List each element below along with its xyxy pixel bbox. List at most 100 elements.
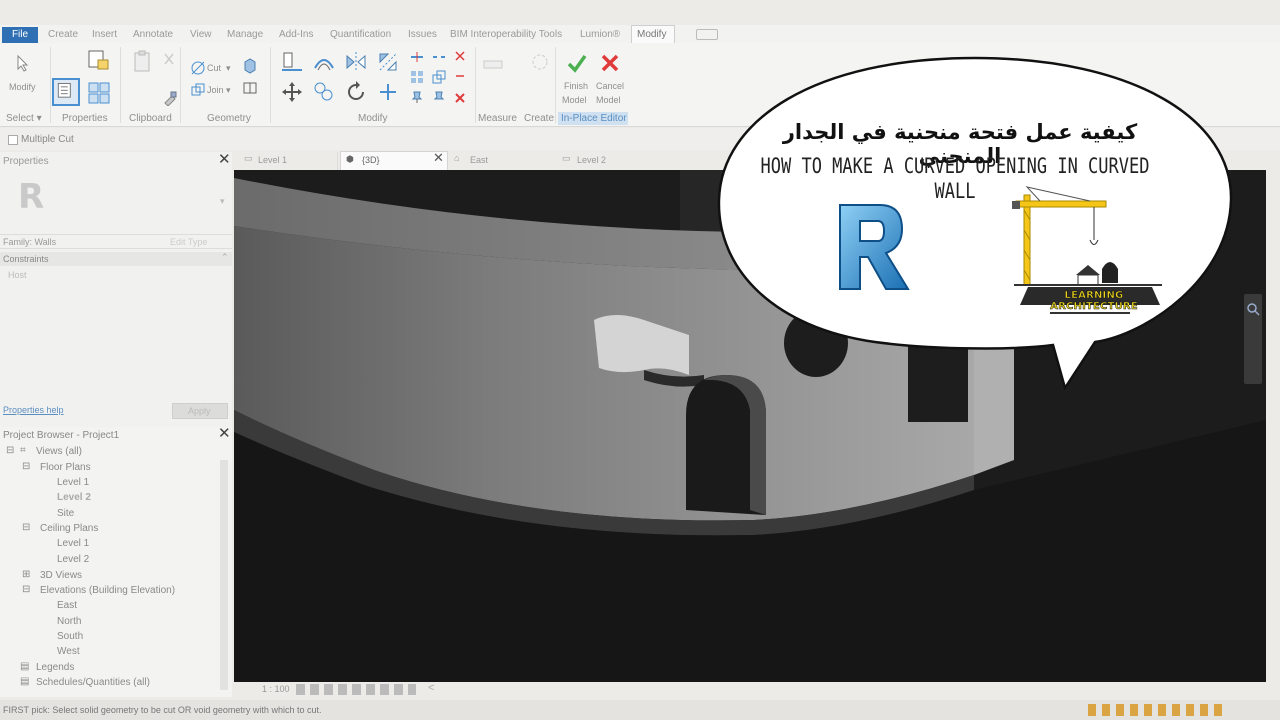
tab-modify[interactable]: Modify xyxy=(637,29,666,40)
multiple-cut-checkbox[interactable] xyxy=(8,135,18,145)
join-dropdown-icon[interactable]: ▾ xyxy=(226,85,231,96)
cut-geometry-icon[interactable] xyxy=(190,60,206,76)
cut-label[interactable]: Cut xyxy=(207,63,221,73)
tree-item-ceiling-level-1[interactable]: Level 1 xyxy=(57,538,89,549)
mirror-axis-icon[interactable] xyxy=(344,50,368,74)
type-properties-icon[interactable] xyxy=(52,78,80,106)
host-label: Host xyxy=(8,270,27,280)
tab-issues[interactable]: Issues xyxy=(408,29,437,40)
join-label[interactable]: Join xyxy=(207,85,224,95)
tree-item-north[interactable]: North xyxy=(57,616,81,627)
close-browser-icon[interactable]: ✕ xyxy=(218,424,231,442)
collapse-icon[interactable]: ⌃ xyxy=(221,252,229,263)
trim-extend-icon[interactable] xyxy=(376,80,400,104)
tab-view[interactable]: View xyxy=(190,29,212,40)
tree-toggle-icon[interactable]: ⊟ xyxy=(22,522,30,533)
tab-bim-interoperability[interactable]: BIM Interoperability Tools xyxy=(450,29,562,40)
zoom-icon[interactable] xyxy=(1246,302,1260,316)
measure-icon[interactable] xyxy=(482,55,504,73)
tree-item-south[interactable]: South xyxy=(57,631,83,642)
tree-item-legends[interactable]: Legends xyxy=(36,662,74,673)
tree-item-east[interactable]: East xyxy=(57,600,77,611)
finish-model-icon[interactable] xyxy=(566,52,588,74)
file-tab[interactable]: File xyxy=(2,27,38,43)
wall-joins-icon[interactable] xyxy=(242,58,258,74)
close-tab-icon[interactable]: ✕ xyxy=(433,150,444,166)
rotate-icon[interactable] xyxy=(344,80,368,104)
view-scale[interactable]: 1 : 100 xyxy=(262,684,290,694)
paste-icon[interactable] xyxy=(132,50,154,74)
tree-item-3d-views[interactable]: 3D Views xyxy=(40,570,82,581)
tree-toggle-icon[interactable]: ⊟ xyxy=(22,584,30,595)
finish-label-line2[interactable]: Model xyxy=(562,95,587,105)
tree-item-views-all[interactable]: Views (all) xyxy=(36,446,82,457)
view-tab-3d[interactable] xyxy=(340,151,448,171)
tree-item-ceiling-level-2[interactable]: Level 2 xyxy=(57,554,89,565)
family-types-icon[interactable] xyxy=(86,48,110,72)
split-face-icon[interactable] xyxy=(242,80,258,96)
join-geometry-icon[interactable] xyxy=(190,82,206,98)
tab-lumion[interactable]: Lumion® xyxy=(580,29,620,40)
view-tab-east-label[interactable]: East xyxy=(470,155,488,171)
tree-item-schedules[interactable]: Schedules/Quantities (all) xyxy=(36,677,150,688)
flip-icon[interactable] xyxy=(454,70,466,82)
unpin-icon[interactable] xyxy=(432,90,446,104)
tree-toggle-icon[interactable]: ⊟ xyxy=(22,461,30,472)
cancel-label-line1[interactable]: Cancel xyxy=(596,81,624,91)
edit-type-button[interactable]: Edit Type xyxy=(170,237,207,247)
status-text: FIRST pick: Select solid geometry to be … xyxy=(3,705,322,715)
finish-label-line1[interactable]: Finish xyxy=(564,81,588,91)
tab-insert[interactable]: Insert xyxy=(92,29,117,40)
properties-help-link[interactable]: Properties help xyxy=(3,405,64,415)
tab-annotate[interactable]: Annotate xyxy=(133,29,173,40)
array-icon[interactable] xyxy=(410,70,424,84)
create-icon[interactable] xyxy=(530,52,550,72)
status-icons[interactable] xyxy=(1088,704,1228,716)
split-element-icon[interactable] xyxy=(410,50,424,64)
tree-item-site[interactable]: Site xyxy=(57,508,74,519)
tree-item-elevations[interactable]: Elevations (Building Elevation) xyxy=(40,585,175,596)
view-tab-level-2-label[interactable]: Level 2 xyxy=(577,155,606,171)
family-category-icon[interactable] xyxy=(86,80,112,106)
cancel-model-icon[interactable] xyxy=(599,52,621,74)
offset-icon[interactable] xyxy=(312,50,336,74)
tree-item-level-2[interactable]: Level 2 xyxy=(57,492,91,503)
tree-toggle-icon[interactable]: ⊟ xyxy=(6,445,14,456)
select-label[interactable]: Select ▾ xyxy=(6,113,42,124)
geometry-group-label: Geometry xyxy=(207,113,251,124)
schedules-icon: ▤ xyxy=(20,676,30,687)
move-icon[interactable] xyxy=(280,80,304,104)
tab-quantification[interactable]: Quantification xyxy=(330,29,391,40)
scale-icon[interactable] xyxy=(432,70,446,84)
tab-add-ins[interactable]: Add-Ins xyxy=(279,29,313,40)
tab-create[interactable]: Create xyxy=(48,29,78,40)
mirror-draw-icon[interactable] xyxy=(376,50,400,74)
copy-icon[interactable] xyxy=(312,80,336,104)
tree-item-level-1[interactable]: Level 1 xyxy=(57,477,89,488)
pin-icon[interactable] xyxy=(410,90,424,104)
scroll-left-icon[interactable]: < xyxy=(428,682,434,694)
clipboard-group-label: Clipboard xyxy=(129,113,172,124)
cube-icon: ⬢ xyxy=(346,154,354,164)
cut-clipboard-icon[interactable] xyxy=(162,52,176,66)
delete-small-icon[interactable] xyxy=(454,50,466,62)
close-properties-icon[interactable]: ✕ xyxy=(218,150,231,168)
match-type-icon[interactable] xyxy=(162,90,178,107)
tab-manage[interactable]: Manage xyxy=(227,29,263,40)
cut-dropdown-icon[interactable]: ▾ xyxy=(226,63,231,74)
type-selector-dropdown-icon[interactable]: ▾ xyxy=(220,196,225,207)
modify-cursor-icon[interactable] xyxy=(14,54,32,72)
delete-icon[interactable] xyxy=(454,92,466,104)
tree-item-ceiling-plans[interactable]: Ceiling Plans xyxy=(40,523,98,534)
split-gap-icon[interactable] xyxy=(432,50,446,64)
view-control-icons[interactable] xyxy=(296,684,416,695)
svg-text:R: R xyxy=(18,177,44,216)
ribbon-toggle-icon[interactable] xyxy=(696,29,718,40)
tree-toggle-icon[interactable]: ⊞ xyxy=(22,569,30,580)
align-icon[interactable] xyxy=(280,50,304,74)
floor-plan-icon: ▭ xyxy=(562,153,571,163)
cancel-label-line2[interactable]: Model xyxy=(596,95,621,105)
tree-item-floor-plans[interactable]: Floor Plans xyxy=(40,462,91,473)
browser-scrollbar[interactable] xyxy=(220,460,228,690)
tree-item-west[interactable]: West xyxy=(57,646,80,657)
